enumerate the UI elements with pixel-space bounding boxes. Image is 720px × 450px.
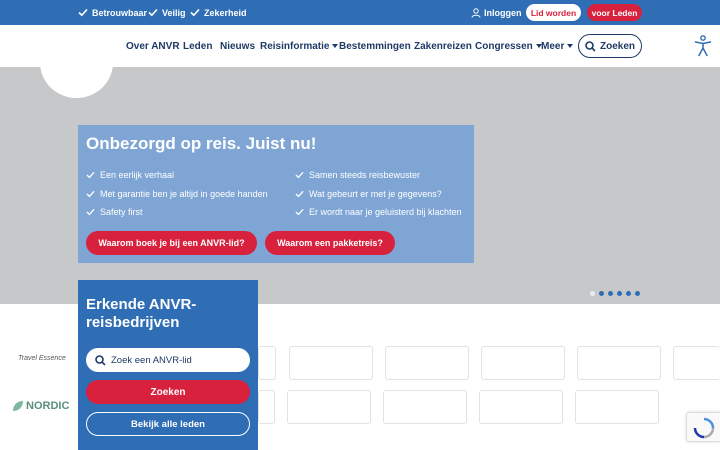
trust-item-certainty: Zekerheid <box>190 0 247 25</box>
hero-bullet: Er wordt naar je geluisterd bij klachten <box>295 207 462 217</box>
check-icon <box>86 171 95 179</box>
recaptcha-icon <box>693 417 715 439</box>
hero-title: Onbezorgd op reis. Juist nu! <box>86 134 317 153</box>
recaptcha-badge[interactable] <box>686 412 720 442</box>
caret-down-icon <box>332 44 339 48</box>
member-logo-tile[interactable] <box>577 346 661 380</box>
members-title: Erkende ANVR-reisbedrijven <box>86 296 197 331</box>
logo-nordic[interactable]: NORDIC <box>12 400 69 412</box>
search-button[interactable]: Zoeken <box>578 34 642 58</box>
hero-bullet: Wat gebeurt er met je gegevens? <box>295 189 442 199</box>
leaf-icon <box>13 401 23 411</box>
member-logo-tile[interactable] <box>479 390 563 424</box>
hero-bullet: Samen steeds reisbewuster <box>295 170 420 180</box>
carousel-dot[interactable] <box>599 291 604 296</box>
main-nav: Over ANVR Leden Nieuws Reisinformatie Be… <box>0 25 720 67</box>
nav-item-business-travel[interactable]: Zakenreizen <box>414 25 472 67</box>
hero-card: Onbezorgd op reis. Juist nu! Een eerlijk… <box>78 125 474 263</box>
check-icon <box>295 208 304 216</box>
carousel-dot[interactable] <box>617 291 622 296</box>
nav-item-congresses[interactable]: Congressen <box>475 25 542 67</box>
member-logo-tile[interactable] <box>258 390 275 424</box>
nav-item-travel-info[interactable]: Reisinformatie <box>260 25 339 67</box>
carousel-dot[interactable] <box>590 291 595 296</box>
why-book-anvr-button[interactable]: Waarom boek je bij een ANVR-lid? <box>86 231 257 255</box>
nav-item-destinations[interactable]: Bestemmingen <box>339 25 411 67</box>
carousel-dot[interactable] <box>608 291 613 296</box>
check-icon <box>148 8 158 17</box>
member-logo-tile[interactable] <box>289 346 373 380</box>
trust-item-reliable: Betrouwbaar <box>78 0 147 25</box>
hero-bullet: Een eerlijk verhaal <box>86 170 174 180</box>
nav-item-about[interactable]: Over ANVR <box>126 25 180 67</box>
carousel-dot[interactable] <box>626 291 631 296</box>
members-button[interactable]: voor Leden <box>587 4 642 21</box>
member-logo-tile[interactable] <box>385 346 469 380</box>
member-logo-tile[interactable] <box>481 346 565 380</box>
carousel-dot[interactable] <box>635 291 640 296</box>
nav-item-members[interactable]: Leden <box>183 25 212 67</box>
members-search-card: Erkende ANVR-reisbedrijven Zoek een ANVR… <box>78 280 258 450</box>
check-icon <box>86 208 95 216</box>
search-icon <box>585 40 596 52</box>
check-icon <box>190 8 200 17</box>
nav-item-more[interactable]: Meer <box>541 25 574 67</box>
caret-down-icon <box>567 44 574 48</box>
member-search-input[interactable]: Zoek een ANVR-lid <box>86 348 250 372</box>
member-logo-tile[interactable] <box>673 346 720 380</box>
check-icon <box>78 8 88 17</box>
hero-bullet: Met garantie ben je altijd in goede hand… <box>86 189 268 199</box>
member-search-button[interactable]: Zoeken <box>86 380 250 404</box>
hero-decoration <box>40 67 113 98</box>
join-button[interactable]: Lid worden <box>526 4 581 21</box>
hero-banner: Onbezorgd op reis. Juist nu! Een eerlijk… <box>0 67 720 304</box>
accessibility-icon[interactable] <box>694 35 712 57</box>
search-icon <box>95 354 106 366</box>
check-icon <box>295 171 304 179</box>
view-all-members-button[interactable]: Bekijk alle leden <box>86 412 250 436</box>
login-link[interactable]: Inloggen <box>471 0 522 25</box>
check-icon <box>86 190 95 198</box>
user-icon <box>471 7 481 18</box>
member-logo-tile[interactable] <box>575 390 659 424</box>
carousel-dots <box>590 291 644 296</box>
top-bar: Betrouwbaar Veilig Zekerheid Inloggen Li… <box>0 0 720 25</box>
member-logo-tile[interactable] <box>383 390 467 424</box>
member-logo-tile[interactable] <box>258 346 276 380</box>
nav-item-news[interactable]: Nieuws <box>220 25 255 67</box>
logo-travel-essence[interactable]: Travel Essence <box>18 355 66 362</box>
trust-item-safe: Veilig <box>148 0 186 25</box>
member-logo-tile[interactable] <box>287 390 371 424</box>
check-icon <box>295 190 304 198</box>
hero-bullet: Safety first <box>86 207 143 217</box>
why-package-trip-button[interactable]: Waarom een pakketreis? <box>265 231 395 255</box>
